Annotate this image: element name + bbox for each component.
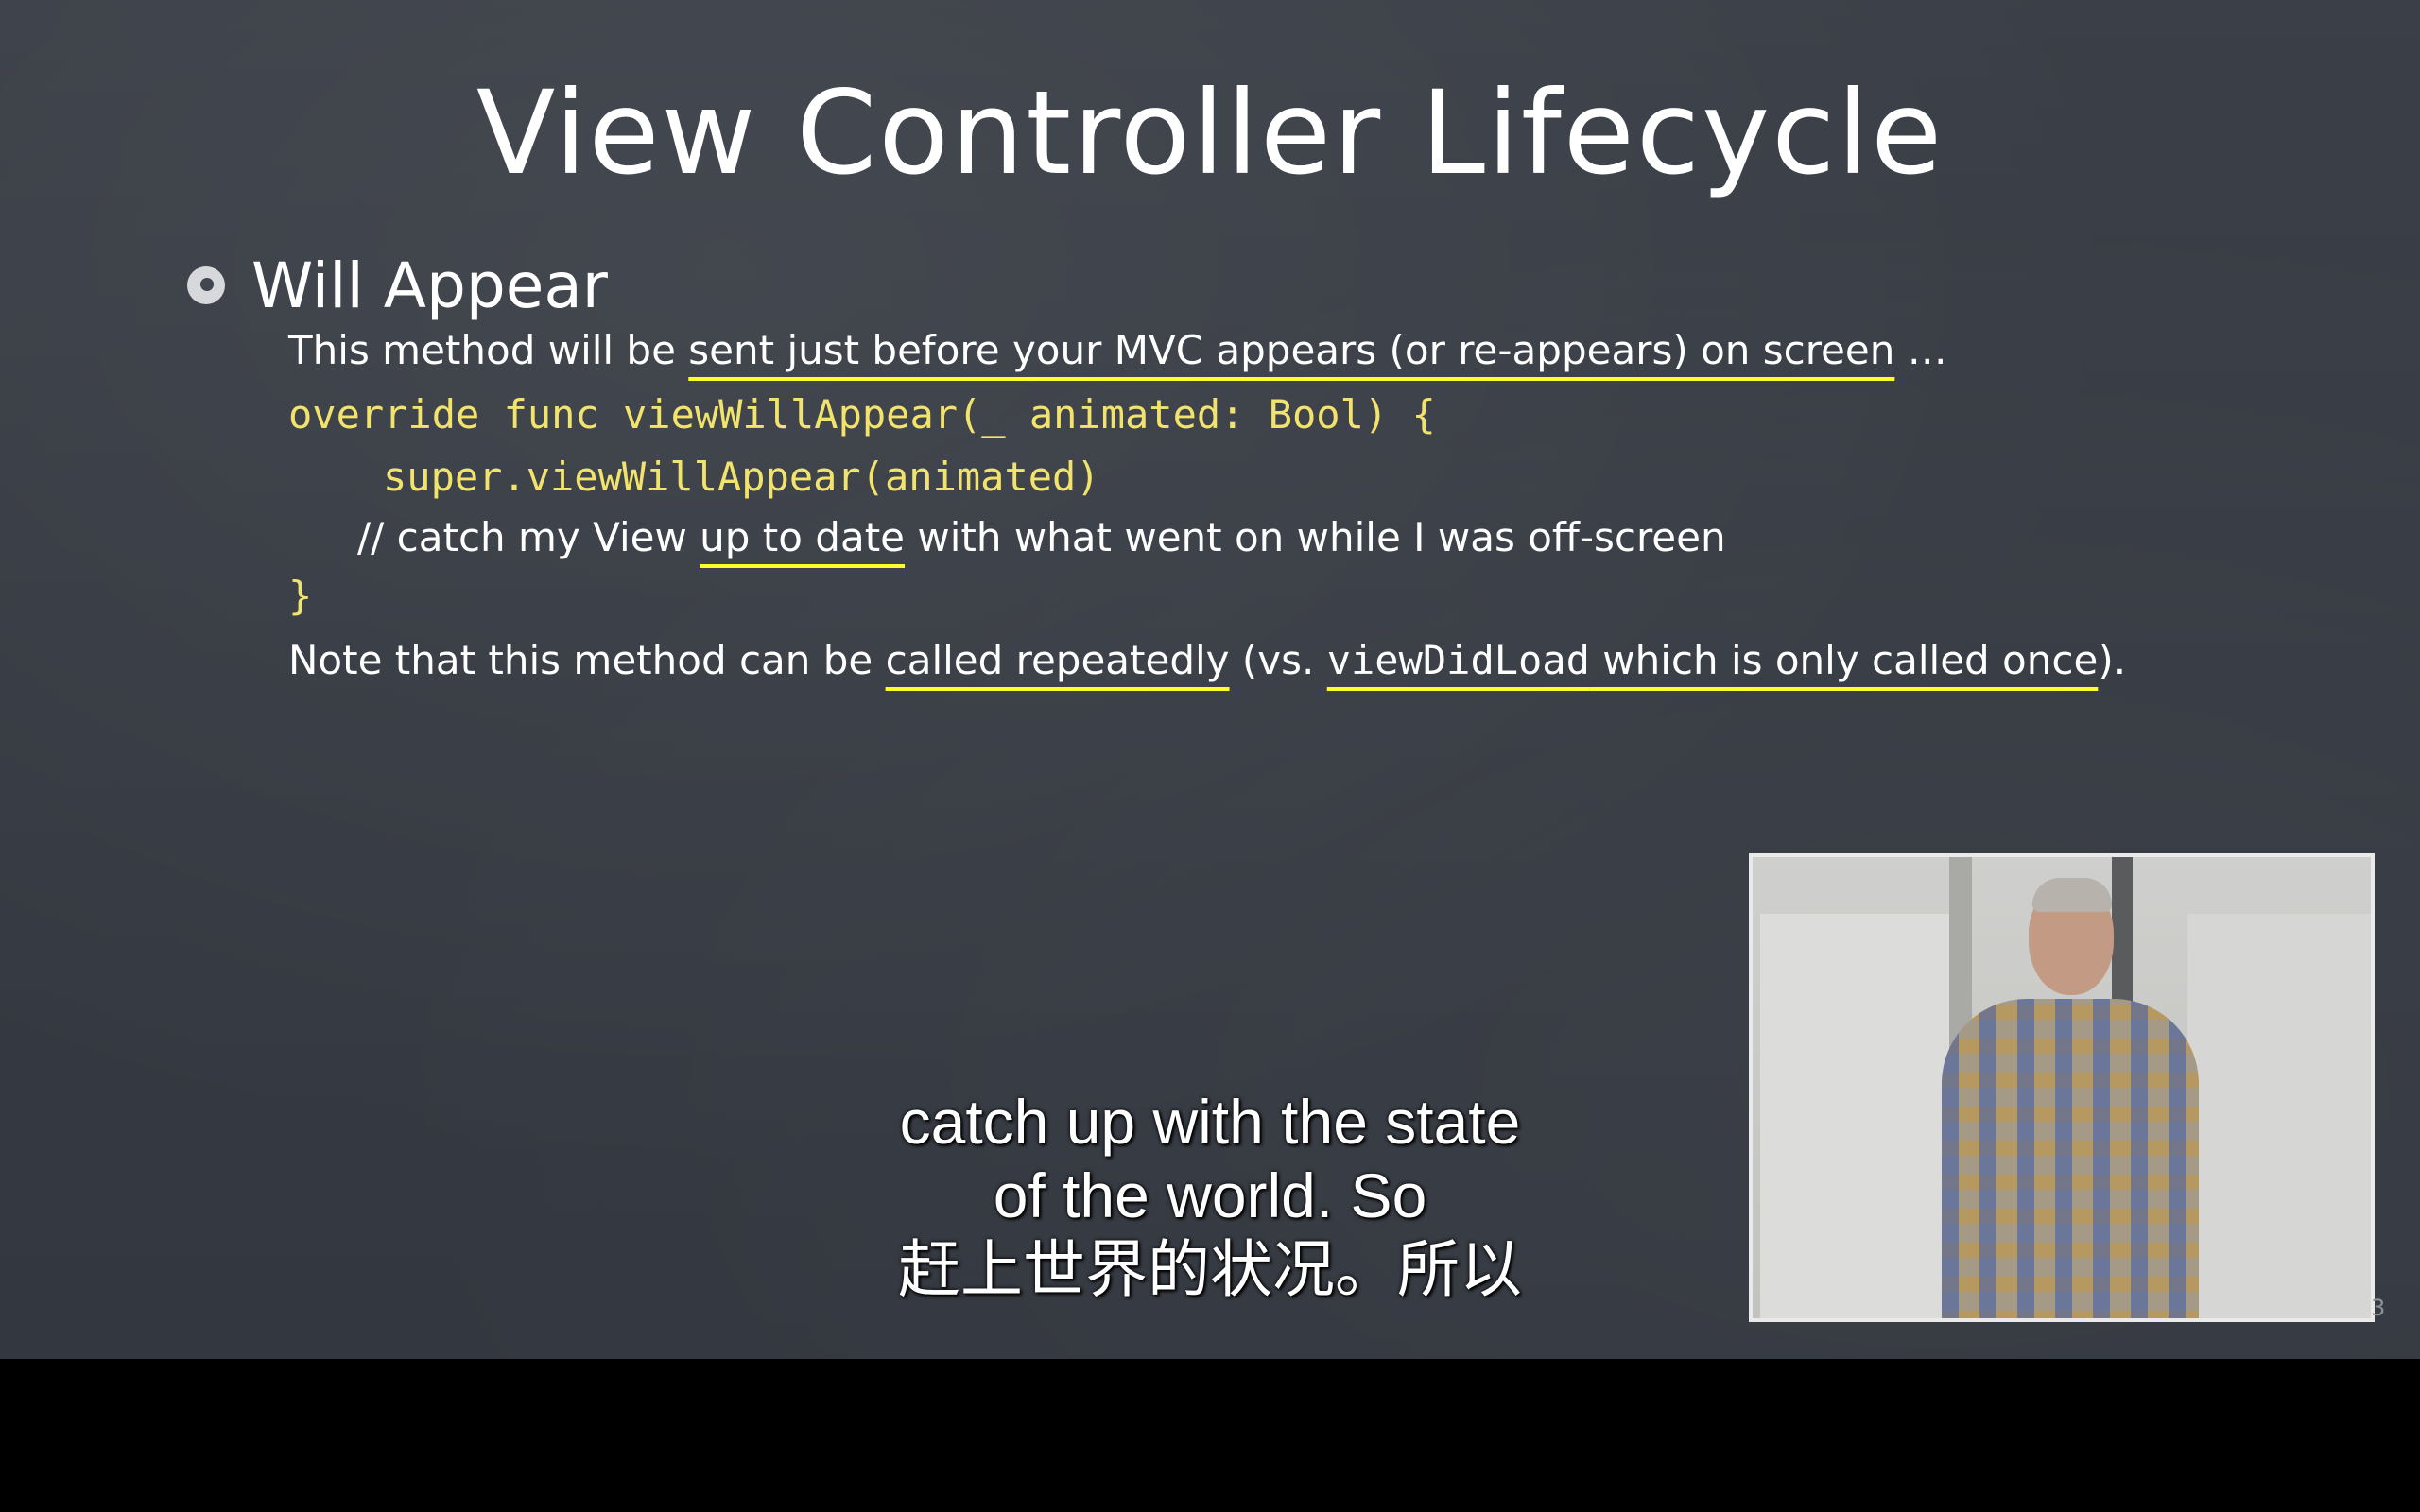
description-prefix: This method will be: [288, 327, 689, 373]
letterbox-bar: [0, 1359, 2420, 1512]
comment-underlined: up to date: [700, 514, 906, 560]
note-code-word: viewDidLoad: [1326, 637, 1590, 683]
bullet-heading: Will Appear: [251, 249, 608, 322]
note-middle: (vs.: [1229, 637, 1327, 683]
code-super-call: super.viewWillAppear(animated): [383, 454, 1100, 500]
code-signature: override func viewWillAppear(_ animated:…: [288, 391, 1436, 438]
note-underlined-viewdidload: viewDidLoad which is only called once: [1327, 637, 2099, 683]
code-comment: // catch my View up to date with what we…: [357, 514, 1726, 560]
presenter-hair: [2032, 878, 2112, 912]
subtitle-line-3: 赶上世界的状况。所以: [898, 1234, 1522, 1304]
description-line: This method will be sent just before you…: [288, 327, 1947, 373]
description-suffix: …: [1894, 327, 1947, 373]
code-close-brace: }: [288, 573, 313, 619]
bullet-will-appear: Will Appear: [187, 248, 608, 323]
video-frame: View Controller Lifecycle Will Appear Th…: [0, 0, 2420, 1359]
subtitle-line-2: of the world. So: [993, 1160, 1427, 1230]
note-underlined-called-repeatedly: called repeatedly: [885, 637, 1230, 683]
description-underlined: sent just before your MVC appears (or re…: [688, 327, 1895, 373]
slide-title: View Controller Lifecycle: [475, 66, 1945, 200]
comment-suffix: with what went on while I was off-screen: [905, 514, 1726, 560]
subtitles: catch up with the state of the world. So…: [0, 1085, 2420, 1306]
subtitle-line-1: catch up with the state: [899, 1087, 1521, 1157]
note-prefix: Note that this method can be: [288, 637, 886, 683]
bullet-icon: [187, 266, 225, 304]
note-underlined-rest: which is only called once: [1589, 637, 2099, 683]
note-line: Note that this method can be called repe…: [288, 637, 2126, 683]
comment-prefix: // catch my View: [357, 514, 700, 560]
note-suffix: ).: [2098, 637, 2127, 683]
